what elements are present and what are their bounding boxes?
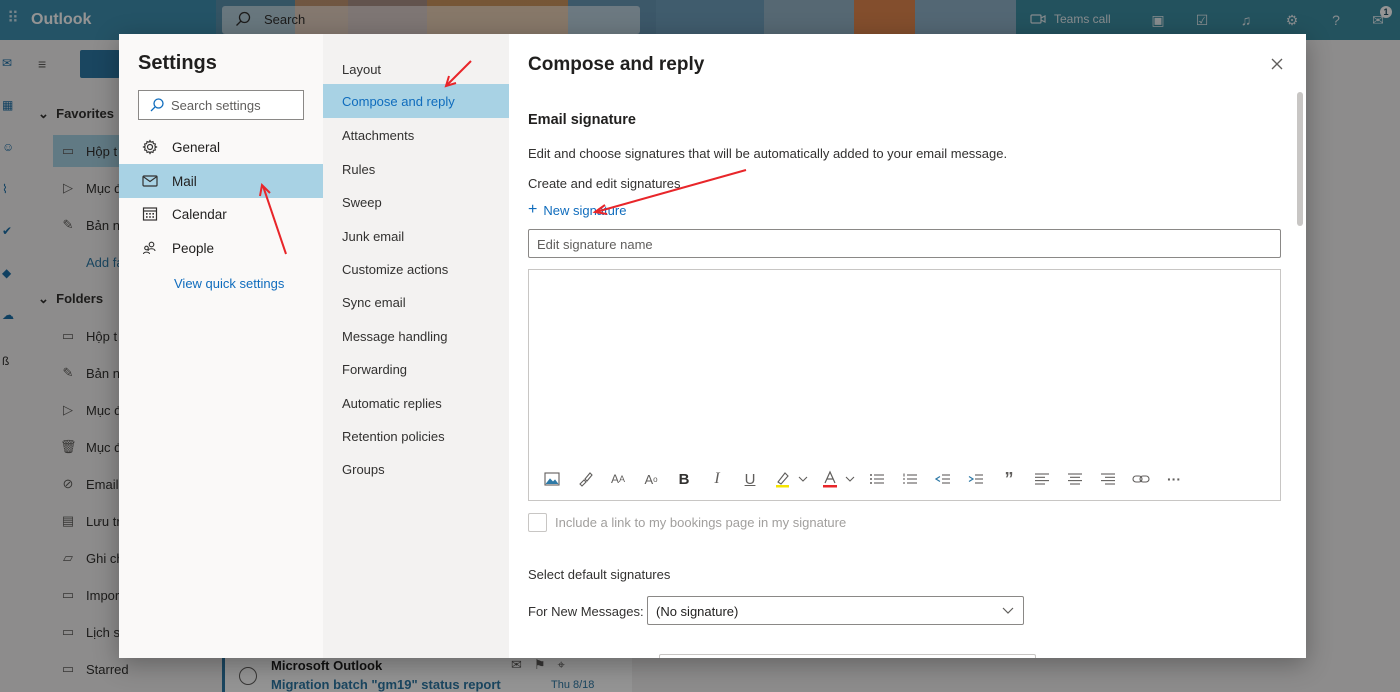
bold-glyph: B bbox=[678, 470, 690, 488]
chevron-down-icon[interactable] bbox=[845, 468, 855, 490]
settings-search[interactable] bbox=[138, 90, 304, 120]
insert-image-icon[interactable] bbox=[541, 468, 563, 490]
align-center-icon[interactable] bbox=[1064, 468, 1086, 490]
font-size-glyph: A bbox=[610, 472, 619, 486]
more-glyph: ··· bbox=[1167, 471, 1181, 487]
decrease-indent-icon[interactable] bbox=[932, 468, 954, 490]
close-icon[interactable] bbox=[1265, 52, 1289, 76]
new-messages-label: For New Messages: bbox=[528, 604, 644, 619]
subcategory-groups[interactable]: Groups bbox=[323, 452, 509, 486]
signature-name-field[interactable] bbox=[528, 229, 1281, 258]
category-label: General bbox=[172, 139, 221, 155]
search-icon bbox=[150, 98, 164, 112]
category-mail[interactable]: Mail bbox=[119, 164, 323, 198]
gear-icon bbox=[142, 139, 158, 155]
category-general[interactable]: General bbox=[119, 130, 323, 164]
settings-search-input[interactable] bbox=[171, 96, 299, 114]
people-icon bbox=[142, 240, 158, 256]
mail-icon bbox=[142, 173, 158, 189]
calendar-icon bbox=[142, 206, 158, 222]
subcategory-forwarding[interactable]: Forwarding bbox=[323, 352, 509, 386]
bookings-link-option[interactable]: Include a link to my bookings page in my… bbox=[528, 513, 846, 532]
category-label: People bbox=[172, 240, 215, 256]
formatting-toolbar: AA Ao B I U ” ··· bbox=[541, 468, 1196, 490]
underline-icon[interactable]: U bbox=[739, 468, 761, 490]
replies-signature-select[interactable] bbox=[659, 654, 1036, 658]
settings-dialog: Settings General Mail Calendar People Vi… bbox=[119, 34, 1306, 658]
settings-categories-pane: Settings General Mail Calendar People Vi… bbox=[119, 34, 323, 658]
email-signature-description: Edit and choose signatures that will be … bbox=[528, 146, 1008, 161]
subcategory-automatic-replies[interactable]: Automatic replies bbox=[323, 386, 509, 420]
settings-title: Settings bbox=[138, 52, 217, 74]
font-size-icon[interactable]: AA bbox=[607, 468, 629, 490]
subcategory-customize-actions[interactable]: Customize actions bbox=[323, 252, 509, 286]
subcategory-retention-policies[interactable]: Retention policies bbox=[323, 419, 509, 453]
default-signatures-label: Select default signatures bbox=[528, 567, 671, 582]
underline-glyph: U bbox=[744, 470, 756, 488]
subcategory-rules[interactable]: Rules bbox=[323, 152, 509, 186]
chevron-down-icon[interactable] bbox=[798, 468, 808, 490]
quote-icon[interactable]: ” bbox=[998, 468, 1020, 490]
plus-icon: + bbox=[528, 201, 538, 218]
new-messages-signature-select[interactable]: (No signature) bbox=[647, 596, 1024, 625]
bullets-icon[interactable] bbox=[866, 468, 888, 490]
category-people[interactable]: People bbox=[119, 231, 323, 265]
superscript-icon[interactable]: Ao bbox=[640, 468, 662, 490]
bold-icon[interactable]: B bbox=[673, 468, 695, 490]
font-color-icon[interactable] bbox=[819, 468, 841, 490]
view-quick-settings-link[interactable]: View quick settings bbox=[174, 276, 284, 291]
create-signatures-label: Create and edit signatures bbox=[528, 176, 681, 191]
new-messages-signature-value: (No signature) bbox=[656, 604, 739, 619]
email-signature-heading: Email signature bbox=[528, 112, 636, 128]
subcategory-attachments[interactable]: Attachments bbox=[323, 118, 509, 152]
italic-icon[interactable]: I bbox=[706, 468, 728, 490]
category-label: Mail bbox=[172, 173, 197, 189]
settings-scrollbar[interactable] bbox=[1297, 92, 1303, 658]
category-label: Calendar bbox=[172, 206, 227, 222]
pane-title: Compose and reply bbox=[528, 54, 705, 75]
compose-and-reply-pane: Compose and reply Email signature Edit a… bbox=[509, 34, 1306, 658]
subcategory-sync-email[interactable]: Sync email bbox=[323, 285, 509, 319]
signature-editor[interactable]: AA Ao B I U ” ··· bbox=[528, 269, 1281, 501]
format-painter-icon[interactable] bbox=[574, 468, 596, 490]
numbering-icon[interactable] bbox=[899, 468, 921, 490]
bookings-link-checkbox[interactable] bbox=[528, 513, 547, 532]
new-signature-button[interactable]: + New signature bbox=[528, 202, 626, 218]
subcategory-message-handling[interactable]: Message handling bbox=[323, 319, 509, 353]
align-left-icon[interactable] bbox=[1031, 468, 1053, 490]
link-icon[interactable] bbox=[1130, 468, 1152, 490]
scrollbar-thumb[interactable] bbox=[1297, 92, 1303, 226]
signature-name-input[interactable] bbox=[537, 236, 1237, 252]
superscript-glyph: A bbox=[644, 471, 654, 487]
subcategory-compose-and-reply[interactable]: Compose and reply bbox=[323, 84, 509, 118]
chevron-down-icon bbox=[1002, 607, 1014, 614]
increase-indent-icon[interactable] bbox=[965, 468, 987, 490]
subcategory-layout[interactable]: Layout bbox=[323, 52, 509, 86]
italic-glyph: I bbox=[714, 470, 720, 487]
quote-glyph: ” bbox=[1004, 468, 1014, 489]
align-right-icon[interactable] bbox=[1097, 468, 1119, 490]
bookings-link-label: Include a link to my bookings page in my… bbox=[555, 515, 847, 530]
mail-subcategories-pane: Layout Compose and reply Attachments Rul… bbox=[323, 34, 509, 658]
new-signature-label: New signature bbox=[543, 202, 627, 218]
subcategory-sweep[interactable]: Sweep bbox=[323, 185, 509, 219]
subcategory-junk-email[interactable]: Junk email bbox=[323, 219, 509, 253]
more-icon[interactable]: ··· bbox=[1163, 468, 1185, 490]
highlight-icon[interactable] bbox=[772, 468, 794, 490]
category-calendar[interactable]: Calendar bbox=[119, 197, 323, 231]
